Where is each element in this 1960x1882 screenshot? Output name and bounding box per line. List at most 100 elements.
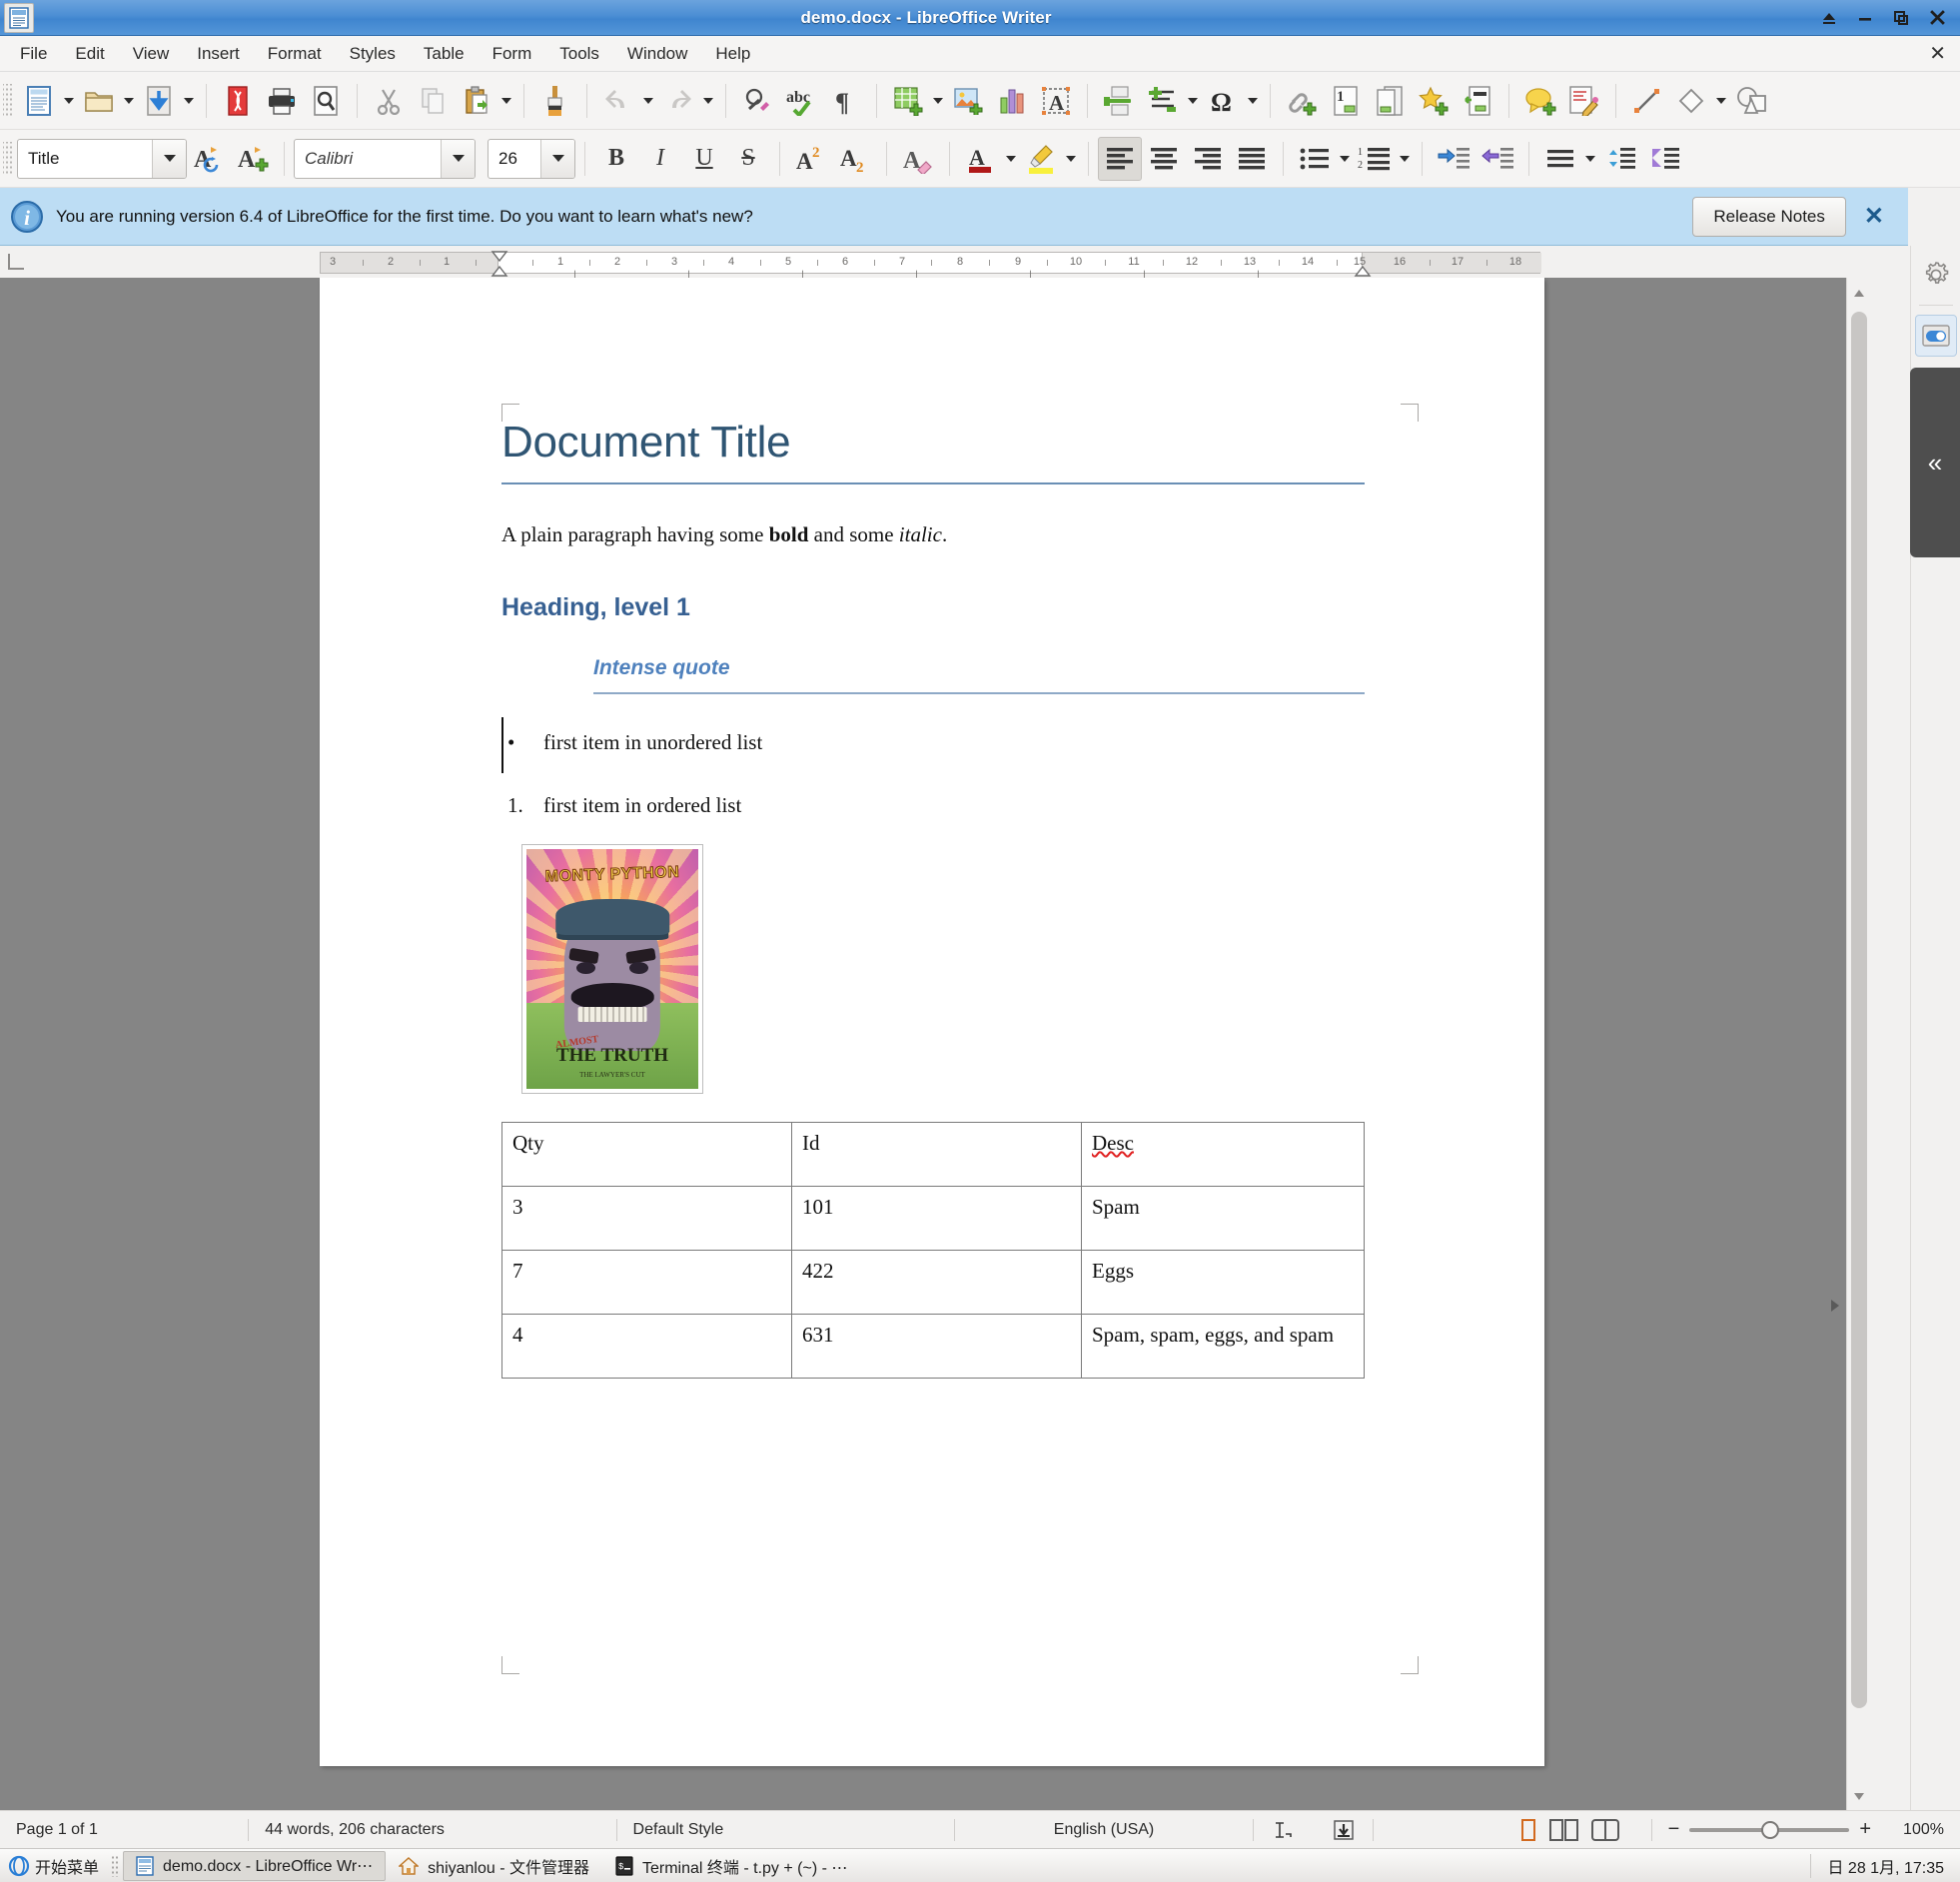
table-cell-id[interactable]: 631 bbox=[791, 1313, 1082, 1379]
menu-item-window[interactable]: Window bbox=[613, 40, 701, 68]
font-size-dropdown-icon[interactable] bbox=[540, 139, 574, 178]
insert-footnote-icon[interactable]: 1 bbox=[1324, 79, 1368, 123]
taskbar-clock[interactable]: 日 28 1月, 17:35 bbox=[1810, 1853, 1960, 1878]
close-icon[interactable]: ✕ bbox=[1864, 202, 1884, 231]
table-header-desc[interactable]: Desc bbox=[1081, 1121, 1365, 1187]
font-color-icon[interactable]: A bbox=[959, 137, 1003, 181]
document-page[interactable]: Document Title A plain paragraph having … bbox=[320, 278, 1544, 1766]
zoom-in-button[interactable]: + bbox=[1859, 1818, 1871, 1841]
insert-text-box-icon[interactable]: A bbox=[1034, 79, 1078, 123]
underline-button[interactable]: U bbox=[682, 137, 726, 181]
insert-comment-icon[interactable] bbox=[1518, 79, 1562, 123]
monty-python-poster-image[interactable]: MONTY PYTHON ALMOST THE TRUTH THE LAWYER… bbox=[521, 843, 703, 1094]
unordered-list-button[interactable] bbox=[1293, 137, 1337, 181]
font-size-value[interactable]: 26 bbox=[489, 149, 540, 169]
taskbar-item-terminal[interactable]: $ Terminal 终端 - t.py + (~) - ⋯ bbox=[602, 1851, 860, 1881]
save-dropdown-icon[interactable] bbox=[181, 79, 197, 123]
subscript-button[interactable]: A 2 bbox=[833, 137, 877, 181]
strikethrough-button[interactable]: S bbox=[726, 137, 770, 181]
table-cell-desc[interactable]: Spam bbox=[1081, 1185, 1365, 1251]
unsaved-changes-icon[interactable] bbox=[1314, 1811, 1374, 1848]
align-right-button[interactable] bbox=[1186, 137, 1230, 181]
cut-icon[interactable] bbox=[367, 79, 411, 123]
selection-mode-icon[interactable] bbox=[1254, 1811, 1314, 1848]
decrease-indent-button[interactable] bbox=[1475, 137, 1519, 181]
insert-bookmark-icon[interactable] bbox=[1412, 79, 1456, 123]
save-icon[interactable] bbox=[137, 79, 181, 123]
table-cell-qty[interactable]: 4 bbox=[501, 1313, 792, 1379]
print-preview-icon[interactable] bbox=[304, 79, 348, 123]
window-close-button[interactable] bbox=[1926, 7, 1948, 29]
menu-item-file[interactable]: File bbox=[6, 40, 61, 68]
clone-formatting-icon[interactable] bbox=[533, 79, 577, 123]
align-left-button[interactable] bbox=[1098, 136, 1142, 181]
window-shade-button[interactable] bbox=[1818, 7, 1840, 29]
basic-shapes-dropdown-icon[interactable] bbox=[1713, 79, 1729, 123]
redo-dropdown-icon[interactable] bbox=[700, 79, 716, 123]
menu-item-table[interactable]: Table bbox=[410, 40, 479, 68]
table-row[interactable]: 7 422 Eggs bbox=[501, 1249, 1365, 1315]
ordered-list-dropdown-icon[interactable] bbox=[1397, 137, 1413, 181]
redo-icon[interactable] bbox=[656, 79, 700, 123]
taskbar-grip[interactable] bbox=[111, 1854, 120, 1877]
paragraph-style-combo[interactable]: Title bbox=[17, 138, 187, 179]
font-name-dropdown-icon[interactable] bbox=[441, 139, 475, 178]
zoom-slider-track[interactable] bbox=[1689, 1820, 1850, 1839]
undo-dropdown-icon[interactable] bbox=[640, 79, 656, 123]
right-indent-marker[interactable] bbox=[1354, 251, 1372, 277]
insert-table-dropdown-icon[interactable] bbox=[930, 79, 946, 123]
open-file-dropdown-icon[interactable] bbox=[121, 79, 137, 123]
paste-dropdown-icon[interactable] bbox=[498, 79, 514, 123]
increase-indent-button[interactable] bbox=[1432, 137, 1475, 181]
table-cell-desc[interactable]: Spam, spam, eggs, and spam bbox=[1081, 1313, 1365, 1379]
table-cell-desc[interactable]: Eggs bbox=[1081, 1249, 1365, 1315]
clear-direct-formatting-icon[interactable]: A bbox=[896, 137, 940, 181]
table-cell-id[interactable]: 101 bbox=[791, 1185, 1082, 1251]
table-cell-id[interactable]: 422 bbox=[791, 1249, 1082, 1315]
new-document-icon[interactable] bbox=[17, 79, 61, 123]
menu-item-styles[interactable]: Styles bbox=[336, 40, 410, 68]
menu-item-tools[interactable]: Tools bbox=[545, 40, 613, 68]
insert-cross-reference-icon[interactable] bbox=[1456, 79, 1499, 123]
zoom-slider[interactable]: − + bbox=[1652, 1811, 1887, 1848]
insert-image-icon[interactable] bbox=[946, 79, 990, 123]
basic-shapes-icon[interactable] bbox=[1669, 79, 1713, 123]
menu-item-help[interactable]: Help bbox=[701, 40, 764, 68]
scroll-up-arrow-icon[interactable] bbox=[1851, 286, 1867, 302]
taskbar-item-file-manager[interactable]: shiyanlou - 文件管理器 bbox=[386, 1851, 602, 1881]
table-cell-qty[interactable]: 7 bbox=[501, 1249, 792, 1315]
start-menu-button[interactable]: 开始菜单 bbox=[0, 1849, 107, 1882]
sidebar-properties-button[interactable] bbox=[1914, 315, 1957, 357]
set-paragraph-indent-button[interactable] bbox=[1642, 137, 1686, 181]
track-changes-icon[interactable] bbox=[1562, 79, 1606, 123]
find-and-replace-icon[interactable] bbox=[735, 79, 779, 123]
justified-button[interactable] bbox=[1230, 137, 1274, 181]
writer-document-icon[interactable] bbox=[4, 2, 34, 33]
zoom-slider-knob[interactable] bbox=[1761, 1820, 1780, 1839]
table-row[interactable]: 3 101 Spam bbox=[501, 1185, 1365, 1251]
menu-item-edit[interactable]: Edit bbox=[61, 40, 118, 68]
ordered-list-button[interactable]: 1 2 bbox=[1353, 137, 1397, 181]
menu-item-form[interactable]: Form bbox=[479, 40, 546, 68]
table-row[interactable]: 4 631 Spam, spam, eggs, and spam bbox=[501, 1313, 1365, 1379]
undo-icon[interactable] bbox=[596, 79, 640, 123]
spelling-icon[interactable]: abc bbox=[779, 79, 823, 123]
increase-paragraph-spacing-button[interactable] bbox=[1598, 137, 1642, 181]
book-view-icon[interactable] bbox=[1590, 1818, 1619, 1841]
sidebar-settings-button[interactable] bbox=[1915, 254, 1957, 296]
unordered-list-dropdown-icon[interactable] bbox=[1337, 137, 1353, 181]
document-paragraph[interactable]: A plain paragraph having some bold and s… bbox=[501, 520, 1365, 549]
insert-special-character-dropdown-icon[interactable] bbox=[1245, 79, 1261, 123]
status-word-count[interactable]: 44 words, 206 characters bbox=[249, 1811, 615, 1848]
scroll-down-arrow-icon[interactable] bbox=[1851, 1788, 1867, 1804]
highlighting-color-icon[interactable] bbox=[1019, 137, 1063, 181]
new-document-dropdown-icon[interactable] bbox=[61, 79, 77, 123]
print-icon[interactable] bbox=[260, 79, 304, 123]
zoom-out-button[interactable]: − bbox=[1668, 1818, 1680, 1841]
bold-button[interactable]: B bbox=[594, 137, 638, 181]
document-intense-quote[interactable]: Intense quote bbox=[593, 656, 1365, 694]
paragraph-style-dropdown-icon[interactable] bbox=[152, 139, 186, 178]
document-title-text[interactable]: Document Title bbox=[501, 418, 1365, 484]
document-lists[interactable]: • first item in unordered list 1. first … bbox=[501, 730, 1365, 818]
status-page-number[interactable]: Page 1 of 1 bbox=[0, 1811, 248, 1848]
